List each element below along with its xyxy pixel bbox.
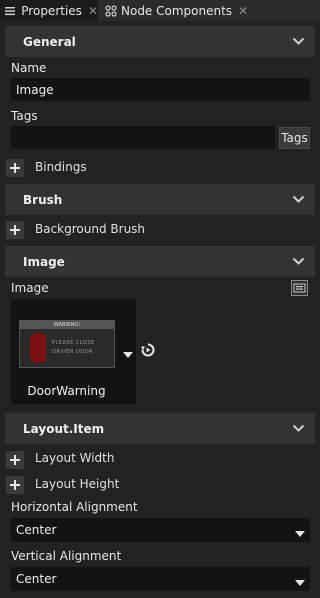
section-title: Image <box>23 254 65 269</box>
background-brush-label: Background Brush <box>35 222 146 236</box>
tags-button[interactable]: Tags <box>279 127 310 149</box>
add-layout-height-button[interactable] <box>6 476 24 494</box>
preview-message: PLEASE CLOSE DRIVER DOOR <box>52 339 95 357</box>
components-icon <box>104 4 118 17</box>
plus-icon <box>10 163 20 173</box>
reset-icon[interactable] <box>141 343 155 360</box>
tags-field[interactable] <box>11 126 275 149</box>
horizontal-alignment-select[interactable]: Center <box>11 518 310 542</box>
chevron-down-icon <box>292 35 305 49</box>
tab-node-components-label: Node Components <box>121 3 233 18</box>
preview-message-line2: DRIVER DOOR <box>52 349 94 355</box>
chevron-down-icon <box>292 193 305 207</box>
horizontal-alignment-value: Center <box>16 523 57 537</box>
image-dropdown-arrow-icon[interactable] <box>123 347 133 361</box>
section-title: General <box>23 34 76 49</box>
image-label: Image <box>11 281 49 295</box>
image-asset-name: DoorWarning <box>27 384 106 398</box>
image-preview: WARNING! PLEASE CLOSE DRIVER DOOR <box>19 320 115 368</box>
vertical-alignment-select[interactable]: Center <box>11 567 310 591</box>
layout-height-label: Layout Height <box>35 477 120 491</box>
plus-icon <box>10 225 20 235</box>
tab-properties[interactable]: Properties ✕ <box>0 0 98 21</box>
section-title: Layout.Item <box>23 421 105 436</box>
add-background-brush-button[interactable] <box>6 221 24 239</box>
car-icon <box>30 333 46 363</box>
add-layout-width-button[interactable] <box>6 451 24 469</box>
list-icon <box>4 6 16 16</box>
tags-label: Tags <box>11 109 38 123</box>
tab-bar: Properties ✕ Node Components ✕ <box>0 0 320 21</box>
preview-message-line1: PLEASE CLOSE <box>52 340 95 346</box>
section-layout-item-header[interactable]: Layout.Item <box>5 413 315 444</box>
section-general-header[interactable]: General <box>5 26 315 57</box>
browse-assets-icon[interactable] <box>291 280 308 296</box>
close-icon[interactable]: ✕ <box>88 4 98 18</box>
vertical-alignment-value: Center <box>16 572 57 586</box>
chevron-down-icon <box>295 526 305 540</box>
add-bindings-button[interactable] <box>6 159 24 177</box>
layout-width-label: Layout Width <box>35 451 115 465</box>
name-field[interactable]: Image <box>11 78 310 101</box>
horizontal-alignment-label: Horizontal Alignment <box>11 500 138 514</box>
chevron-down-icon <box>292 422 305 436</box>
preview-header: WARNING! <box>20 321 114 329</box>
close-icon[interactable]: ✕ <box>238 4 248 18</box>
chevron-down-icon <box>295 575 305 589</box>
plus-icon <box>10 455 20 465</box>
section-title: Brush <box>23 192 63 207</box>
tab-properties-label: Properties <box>21 3 82 18</box>
chevron-down-icon <box>292 255 305 269</box>
name-value: Image <box>16 82 54 97</box>
bindings-label: Bindings <box>35 160 87 174</box>
name-label: Name <box>11 61 47 75</box>
plus-icon <box>10 480 20 490</box>
section-brush-header[interactable]: Brush <box>5 184 315 215</box>
tab-node-components[interactable]: Node Components ✕ <box>99 0 249 21</box>
section-image-header[interactable]: Image <box>5 246 315 277</box>
vertical-alignment-label: Vertical Alignment <box>11 549 122 563</box>
